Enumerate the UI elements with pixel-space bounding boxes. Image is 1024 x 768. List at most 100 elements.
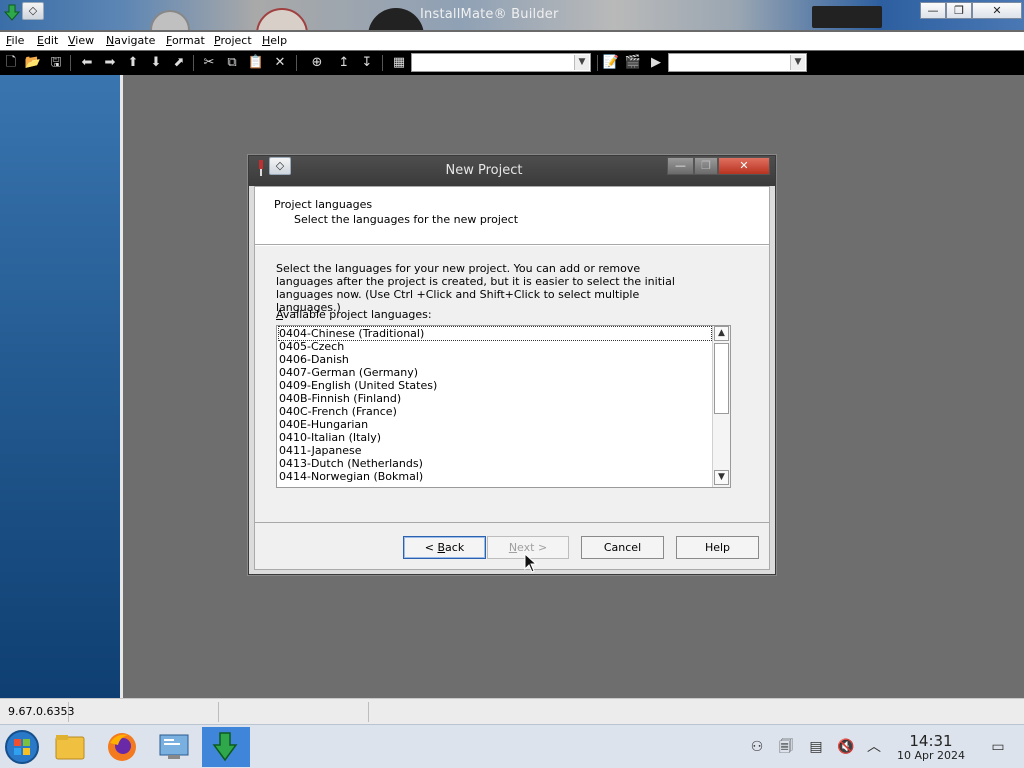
language-item[interactable]: 0409-English (United States): [279, 379, 437, 392]
language-item[interactable]: 040C-French (France): [279, 405, 397, 418]
network-icon[interactable]: ⚇: [747, 737, 767, 757]
app-titlebar[interactable]: ◇ InstallMate® Builder — ❐ ✕: [0, 0, 1024, 30]
move-down-icon[interactable]: ↧: [358, 54, 376, 72]
dialog-title: New Project: [445, 163, 523, 178]
button-mnemonic: B: [437, 541, 446, 554]
toolbar-separator: [70, 55, 71, 71]
control-panel-icon[interactable]: [154, 727, 194, 767]
clock-time[interactable]: 14:31: [896, 732, 966, 750]
toolbar-separator: [597, 55, 598, 71]
toolbar-combo-2[interactable]: ▼: [668, 53, 807, 72]
arrow-right-icon[interactable]: ➡: [101, 54, 119, 72]
open-folder-icon[interactable]: 📂: [24, 54, 42, 72]
menu-label: iew: [75, 34, 95, 47]
add-item-icon[interactable]: ⊕: [308, 54, 326, 72]
button-label: <: [424, 541, 438, 554]
arrow-down-icon[interactable]: ⬇: [147, 54, 165, 72]
dialog-minimize-button[interactable]: —: [667, 157, 694, 175]
copy-icon[interactable]: ⧉: [223, 54, 241, 72]
taskbar: ⚇ 🗐 ▤ 🔇 ︿ 14:31 10 Apr 2024 ▭: [0, 724, 1024, 768]
paste-icon[interactable]: 📋: [247, 54, 265, 72]
chevron-up-icon[interactable]: ︿: [864, 737, 884, 757]
language-item[interactable]: 040B-Finnish (Finland): [279, 392, 401, 405]
menu-help[interactable]: Help: [262, 34, 287, 47]
arrow-left-icon[interactable]: ⬅: [78, 54, 96, 72]
move-up-icon[interactable]: ↥: [335, 54, 353, 72]
clipboard-icon[interactable]: 📝: [602, 54, 620, 72]
language-item[interactable]: 0410-Italian (Italy): [279, 431, 381, 444]
dialog-maximize-button[interactable]: ❐: [694, 157, 718, 175]
menu-file[interactable]: File: [6, 34, 24, 47]
close-button[interactable]: ✕: [972, 2, 1022, 19]
language-item[interactable]: 0406-Danish: [279, 353, 349, 366]
firefox-icon[interactable]: [102, 727, 142, 767]
wizard-page-subtitle: Select the languages for the new project: [294, 213, 519, 226]
clock-date[interactable]: 10 Apr 2024: [893, 749, 969, 762]
menu-bar: File Edit View Navigate Format Project H…: [0, 32, 1024, 50]
cut-icon[interactable]: ✂: [200, 54, 218, 72]
maximize-button[interactable]: ❐: [946, 2, 972, 19]
menu-label: ormat: [171, 34, 205, 47]
minimize-button[interactable]: —: [920, 2, 946, 19]
installmate-app-icon[interactable]: [3, 4, 21, 22]
help-button[interactable]: Help: [676, 536, 759, 559]
delete-icon[interactable]: ✕: [271, 54, 289, 72]
label-mnemonic: A: [276, 308, 283, 321]
run-icon[interactable]: ▶: [647, 54, 665, 72]
button-label: ack: [445, 541, 465, 554]
battery-icon[interactable]: ▤: [806, 737, 826, 757]
scroll-up-icon[interactable]: ▲: [714, 326, 729, 341]
build-icon[interactable]: 🎬: [624, 54, 642, 72]
dialog-close-button[interactable]: ✕: [718, 157, 770, 175]
wizard-footer: < Back Next > Cancel Help: [255, 522, 769, 569]
language-item[interactable]: 0407-German (Germany): [279, 366, 418, 379]
toolbar: 🗋 📂 🖫 ⬅ ➡ ⬆ ⬇ ⬈ ✂ ⧉ 📋 ✕ ⊕ ↥ ↧ ▦ ▼ 📝 🎬 ▶ …: [0, 51, 1024, 75]
menu-label: roject: [220, 34, 252, 47]
languages-scrollbar[interactable]: ▲ ▼: [712, 326, 730, 487]
scrollbar-thumb[interactable]: [714, 343, 729, 414]
language-item[interactable]: 0413-Dutch (Netherlands): [279, 457, 423, 470]
cancel-button[interactable]: Cancel: [581, 536, 664, 559]
language-item[interactable]: 040E-Hungarian: [279, 418, 368, 431]
installmate-taskbar-button[interactable]: [202, 727, 250, 767]
chevron-down-icon[interactable]: ▼: [790, 55, 805, 70]
titlebar-decoration: [812, 6, 882, 28]
menu-project[interactable]: Project: [214, 34, 252, 47]
dialog-titlebar[interactable]: ◇ New Project — ❐ ✕: [249, 156, 775, 186]
menu-label: ile: [11, 34, 25, 47]
language-item[interactable]: 0411-Japanese: [279, 444, 362, 457]
start-button-icon[interactable]: [2, 727, 42, 767]
volume-muted-icon[interactable]: 🔇: [836, 737, 856, 757]
arrow-up-right-icon[interactable]: ⬈: [170, 54, 188, 72]
titlebar-decoration: [150, 10, 190, 30]
arrow-up-icon[interactable]: ⬆: [124, 54, 142, 72]
language-item[interactable]: 0414-Norwegian (Bokmal): [279, 470, 423, 483]
system-menu-button[interactable]: ◇: [22, 2, 44, 20]
wizard-content: Select the languages for your new projec…: [255, 246, 769, 522]
save-icon[interactable]: 🖫: [47, 54, 65, 72]
new-project-dialog: ◇ New Project — ❐ ✕ Project languages Se…: [248, 155, 776, 575]
menu-navigate[interactable]: Navigate: [106, 34, 155, 47]
variable-icon[interactable]: ▦: [390, 54, 408, 72]
file-manager-icon[interactable]: [50, 727, 90, 767]
back-button[interactable]: < Back: [403, 536, 486, 559]
chevron-down-icon[interactable]: ▼: [574, 55, 589, 70]
menu-edit[interactable]: Edit: [37, 34, 58, 47]
version-label: 9.67.0.6353: [0, 702, 74, 722]
scroll-down-icon[interactable]: ▼: [714, 470, 729, 485]
menu-format[interactable]: Format: [166, 34, 205, 47]
dialog-body: Project languages Select the languages f…: [254, 186, 770, 570]
menu-view[interactable]: View: [68, 34, 94, 47]
toolbar-combo-1[interactable]: ▼: [411, 53, 591, 72]
language-item[interactable]: 0405-Czech: [279, 340, 344, 353]
toolbar-separator: [193, 55, 194, 71]
mouse-cursor-icon: [524, 553, 538, 573]
language-item[interactable]: 0404-Chinese (Traditional): [278, 326, 712, 341]
show-desktop-icon[interactable]: ▭: [988, 737, 1008, 757]
menu-label: avigate: [114, 34, 156, 47]
left-navigation-panel[interactable]: [0, 75, 120, 698]
new-file-icon[interactable]: 🗋: [2, 54, 20, 72]
clipboard-tray-icon[interactable]: 🗐: [776, 737, 796, 757]
languages-listbox[interactable]: 0404-Chinese (Traditional) 0405-Czech 04…: [276, 325, 731, 488]
titlebar-decoration: [256, 8, 308, 30]
